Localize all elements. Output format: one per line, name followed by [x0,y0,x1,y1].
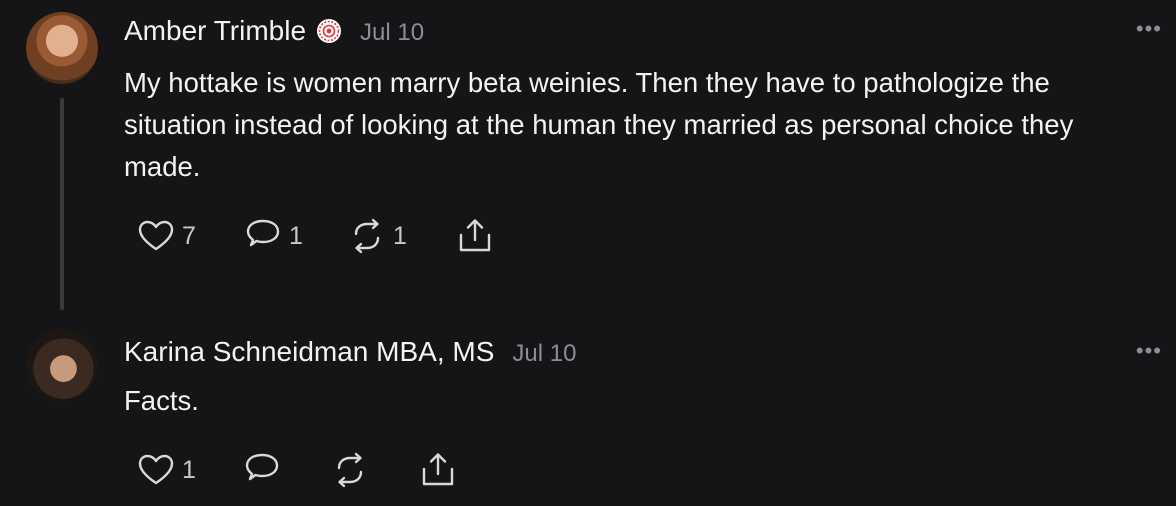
verified-badge-icon [316,18,342,44]
post-header: Karina Schneidman MBA, MS Jul 10 [124,336,576,368]
share-icon [422,453,454,486]
repost-button[interactable] [330,450,418,490]
reply-count: 1 [289,221,303,250]
like-count: 7 [182,221,196,250]
author-name[interactable]: Karina Schneidman MBA, MS [124,336,494,368]
post-header: Amber Trimble Jul 10 [124,14,424,47]
more-options-icon[interactable]: ••• [1136,338,1162,364]
reply-button[interactable]: 1 [243,216,347,256]
author-name[interactable]: Amber Trimble [124,15,306,47]
like-button[interactable]: 7 [136,216,243,256]
more-options-icon[interactable]: ••• [1136,16,1162,42]
avatar[interactable] [26,12,98,84]
repost-icon [354,218,380,254]
heart-icon [138,220,174,251]
heart-icon [138,454,174,485]
share-button[interactable] [418,450,458,490]
thread-line [60,98,64,310]
reply-button[interactable] [242,450,330,490]
post-text: Facts. [124,385,199,416]
avatar[interactable] [26,329,98,401]
post-text: My hottake is women marry beta weinies. … [124,67,1074,182]
post-time[interactable]: Jul 10 [512,340,576,368]
repost-count: 1 [393,221,407,250]
post-actions: 7 1 1 [136,216,495,256]
post-time[interactable]: Jul 10 [360,19,424,47]
share-icon [459,219,491,252]
repost-button[interactable]: 1 [347,216,455,256]
post-actions: 1 [136,450,458,490]
repost-icon [337,452,363,488]
like-button[interactable]: 1 [136,450,242,490]
like-count: 1 [182,455,196,484]
share-button[interactable] [455,216,495,256]
comment-icon [246,219,280,247]
comment-icon [245,453,279,481]
